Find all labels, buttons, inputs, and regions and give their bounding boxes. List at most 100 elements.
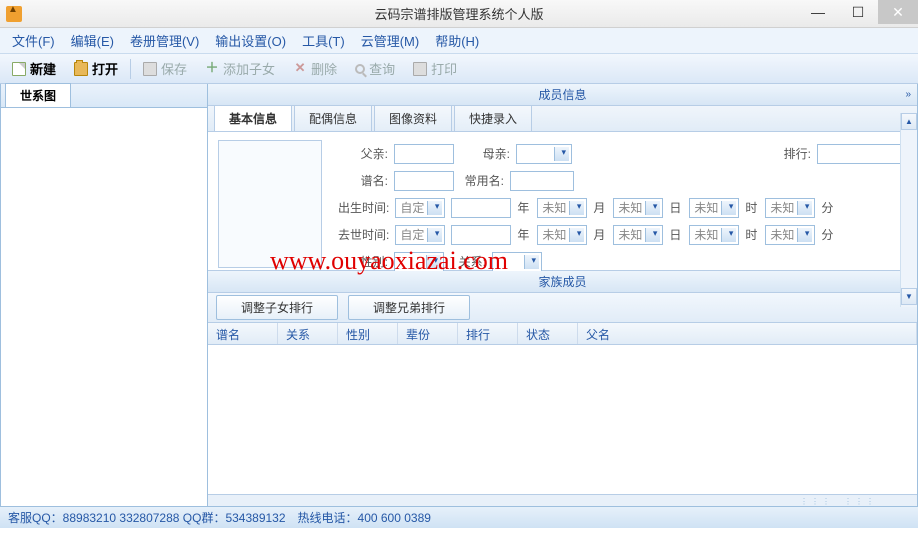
unit-month: 月 — [593, 199, 607, 216]
collapse-icon[interactable]: » — [905, 89, 911, 100]
label-death: 去世时间: — [338, 226, 389, 243]
father-input[interactable] — [394, 144, 454, 164]
family-toolbar: 调整子女排行 调整兄弟排行 — [208, 293, 917, 323]
menu-tools[interactable]: 工具(T) — [294, 27, 353, 54]
status-bar: 客服QQ：88983210 332807288 QQ群：534389132 热线… — [0, 506, 918, 528]
family-grid-header: 谱名 关系 性别 辈份 排行 状态 父名 — [208, 323, 917, 345]
birth-min-select[interactable]: 未知 — [765, 198, 815, 218]
label-common-name: 常用名: — [460, 172, 504, 189]
birth-hour-select[interactable]: 未知 — [689, 198, 739, 218]
print-button[interactable]: 打印 — [405, 56, 465, 81]
side-panel: 世系图 — [0, 84, 208, 506]
label-gender: 性别: — [338, 253, 388, 270]
label-genealogy-name: 谱名: — [338, 172, 388, 189]
col-relation[interactable]: 关系 — [278, 323, 338, 344]
adjust-children-rank-button[interactable]: 调整子女排行 — [216, 295, 338, 320]
death-month-select[interactable]: 未知 — [537, 225, 587, 245]
rank-input[interactable] — [817, 144, 907, 164]
photo-placeholder[interactable] — [218, 140, 322, 268]
death-hour-select[interactable]: 未知 — [689, 225, 739, 245]
unit-hour: 时 — [745, 199, 759, 216]
toolbar-separator — [130, 59, 131, 79]
birth-era-select[interactable]: 自定 — [395, 198, 445, 218]
new-icon — [12, 62, 26, 76]
col-name[interactable]: 谱名 — [208, 323, 278, 344]
detail-tabs: 基本信息 配偶信息 图像资料 快捷录入 — [208, 106, 917, 132]
query-button[interactable]: 查询 — [347, 56, 403, 81]
label-mother: 母亲: — [460, 145, 510, 162]
minimize-button[interactable]: — — [798, 0, 838, 24]
workspace: 世系图 成员信息 » 基本信息 配偶信息 图像资料 快捷录入 父亲: 母亲: — [0, 84, 918, 506]
menu-volume[interactable]: 卷册管理(V) — [122, 27, 207, 54]
tab-spouse-info[interactable]: 配偶信息 — [294, 105, 372, 131]
save-icon — [143, 62, 157, 76]
col-generation[interactable]: 辈份 — [398, 323, 458, 344]
scroll-up-icon[interactable]: ▲ — [901, 113, 917, 130]
col-gender[interactable]: 性别 — [338, 323, 398, 344]
member-info-title: 成员信息 — [538, 86, 586, 103]
delete-icon: ✕ — [293, 62, 307, 76]
label-relation: 关系: — [450, 253, 486, 270]
label-birth: 出生时间: — [338, 199, 389, 216]
adjust-sibling-rank-button[interactable]: 调整兄弟排行 — [348, 295, 470, 320]
print-icon — [413, 62, 427, 76]
app-icon — [6, 6, 22, 22]
status-text: 客服QQ：88983210 332807288 QQ群：534389132 热线… — [8, 509, 431, 526]
menu-file[interactable]: 文件(F) — [4, 27, 63, 54]
tab-image-data[interactable]: 图像资料 — [374, 105, 452, 131]
lineage-tree[interactable] — [1, 108, 207, 504]
save-button[interactable]: 保存 — [135, 56, 195, 81]
delete-button[interactable]: ✕删除 — [285, 56, 345, 81]
menu-cloud[interactable]: 云管理(M) — [353, 27, 428, 54]
unit-min: 分 — [821, 199, 835, 216]
maximize-button[interactable]: ☐ — [838, 0, 878, 24]
close-button[interactable]: ✕ — [878, 0, 918, 24]
tab-quick-entry[interactable]: 快捷录入 — [454, 105, 532, 131]
tab-lineage-chart[interactable]: 世系图 — [5, 83, 71, 107]
death-era-select[interactable]: 自定 — [395, 225, 445, 245]
family-title: 家族成员 — [538, 273, 586, 290]
grid-status-row: ⋮⋮⋮ ⋮⋮⋮ — [208, 494, 917, 506]
relation-select[interactable] — [492, 252, 542, 272]
col-status[interactable]: 状态 — [518, 323, 578, 344]
main-panel: 成员信息 » 基本信息 配偶信息 图像资料 快捷录入 父亲: 母亲: 排行: — [208, 84, 918, 506]
family-header[interactable]: 家族成员 « — [208, 271, 917, 293]
scroll-down-icon[interactable]: ▼ — [901, 288, 917, 305]
resize-grip-icon[interactable]: ⋮⋮⋮ ⋮⋮⋮ — [800, 496, 877, 507]
col-rank[interactable]: 排行 — [458, 323, 518, 344]
unit-year: 年 — [517, 199, 531, 216]
menubar: 文件(F) 编辑(E) 卷册管理(V) 输出设置(O) 工具(T) 云管理(M)… — [0, 28, 918, 54]
death-year-input[interactable] — [451, 225, 511, 245]
tab-basic-info[interactable]: 基本信息 — [214, 105, 292, 131]
death-day-select[interactable]: 未知 — [613, 225, 663, 245]
family-grid-body[interactable] — [208, 345, 917, 494]
menu-edit[interactable]: 编辑(E) — [63, 27, 122, 54]
common-name-input[interactable] — [510, 171, 574, 191]
menu-help[interactable]: 帮助(H) — [427, 27, 487, 54]
mother-select[interactable] — [516, 144, 572, 164]
new-button[interactable]: 新建 — [4, 56, 64, 81]
col-father[interactable]: 父名 — [578, 323, 917, 344]
birth-day-select[interactable]: 未知 — [613, 198, 663, 218]
titlebar: 云码宗谱排版管理系统个人版 — ☐ ✕ — [0, 0, 918, 28]
open-icon — [74, 62, 88, 76]
unit-day: 日 — [669, 199, 683, 216]
add-icon: ＋ — [205, 62, 219, 76]
search-icon — [355, 64, 365, 74]
window-buttons: — ☐ ✕ — [798, 0, 918, 24]
member-info-header[interactable]: 成员信息 » — [208, 84, 917, 106]
vertical-scrollbar[interactable]: ▲ ▼ — [900, 113, 917, 307]
family-members-block: 家族成员 « 调整子女排行 调整兄弟排行 谱名 关系 性别 辈份 排行 状态 父… — [208, 270, 917, 506]
add-child-button[interactable]: ＋添加子女 — [197, 56, 283, 81]
genealogy-name-input[interactable] — [394, 171, 454, 191]
death-min-select[interactable]: 未知 — [765, 225, 815, 245]
birth-month-select[interactable]: 未知 — [537, 198, 587, 218]
side-tabs: 世系图 — [1, 84, 207, 108]
basic-info-form: 父亲: 母亲: 排行: 谱名: 常用名: 出生时间: 自定 — [208, 132, 917, 270]
toolbar: 新建 打开 保存 ＋添加子女 ✕删除 查询 打印 — [0, 54, 918, 84]
open-button[interactable]: 打开 — [66, 56, 126, 81]
gender-select[interactable] — [394, 252, 444, 272]
window-title: 云码宗谱排版管理系统个人版 — [374, 4, 543, 23]
birth-year-input[interactable] — [451, 198, 511, 218]
menu-output[interactable]: 输出设置(O) — [207, 27, 294, 54]
